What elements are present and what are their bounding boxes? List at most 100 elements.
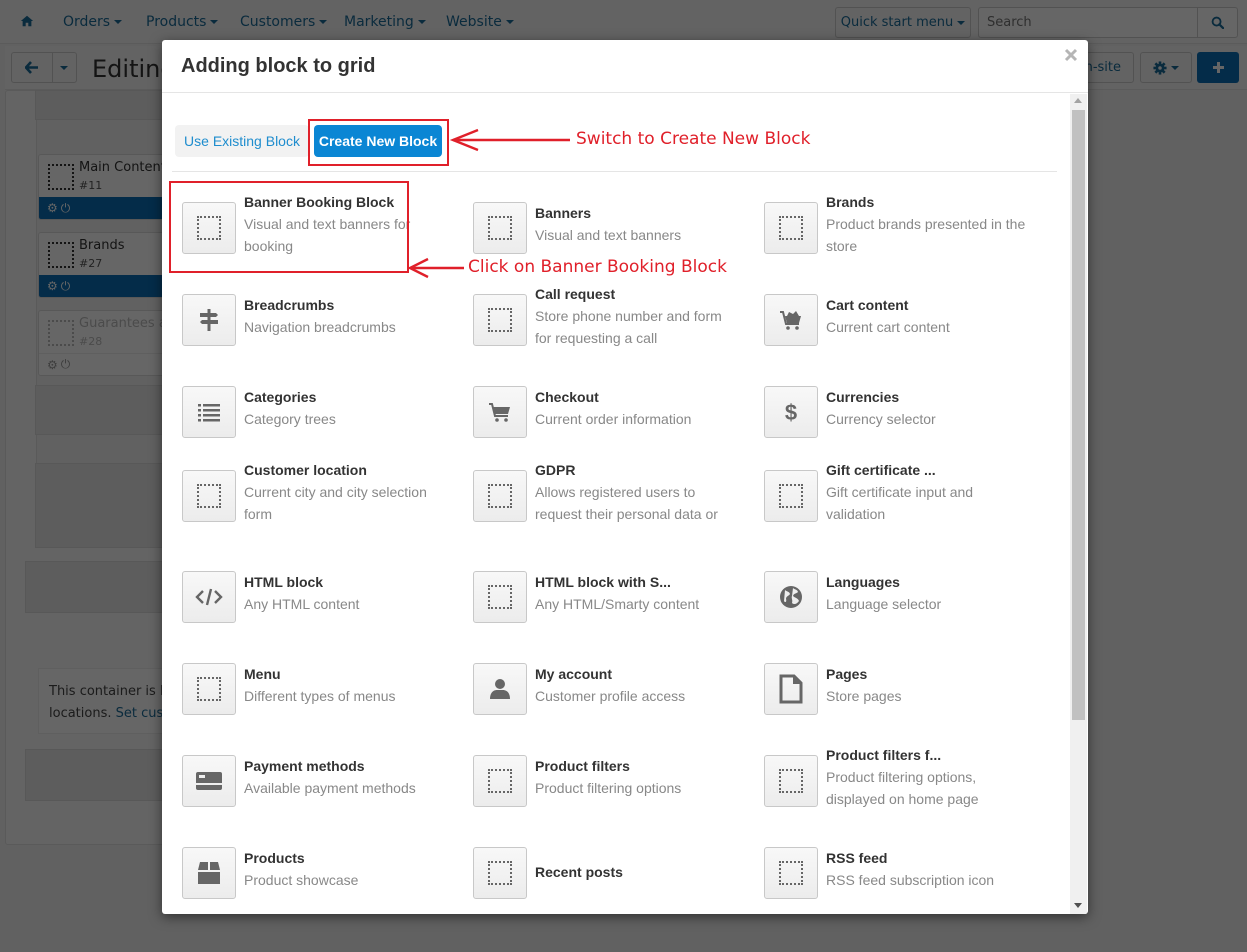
block-type-item[interactable]: Product filters f... Product filtering op…: [764, 747, 1034, 809]
block-type-text: HTML block Any HTML content: [244, 571, 444, 615]
block-type-name[interactable]: RSS feed: [826, 847, 1026, 869]
annotation-click-note: Click on Banner Booking Block: [468, 257, 727, 277]
block-type-icon-button[interactable]: [764, 470, 818, 522]
block-type-icon-button[interactable]: [473, 386, 527, 438]
block-type-name[interactable]: Cart content: [826, 294, 1026, 316]
block-type-icon-button[interactable]: [473, 663, 527, 715]
block-type-name[interactable]: Languages: [826, 571, 1026, 593]
add-block-dialog: Adding block to grid Use Existing Block …: [162, 40, 1088, 914]
block-type-item[interactable]: HTML block with S... Any HTML/Smarty cont…: [473, 571, 743, 625]
block-type-item[interactable]: Gift certificate ... Gift certificate inp…: [764, 462, 1034, 524]
block-type-item[interactable]: Brands Product brands presented in the st…: [764, 194, 1034, 256]
block-type-text: Pages Store pages: [826, 663, 1026, 707]
block-type-icon-button[interactable]: [473, 470, 527, 522]
block-type-item[interactable]: HTML block Any HTML content: [182, 571, 452, 625]
block-type-name[interactable]: Brands: [826, 191, 1026, 213]
block-type-description: Current cart content: [826, 319, 950, 335]
block-type-icon-button[interactable]: [764, 202, 818, 254]
block-type-name[interactable]: Currencies: [826, 386, 1026, 408]
block-type-icon-button[interactable]: [473, 294, 527, 346]
close-icon[interactable]: [1064, 48, 1078, 62]
block-type-item[interactable]: Menu Different types of menus: [182, 663, 452, 717]
block-type-icon-button[interactable]: [764, 755, 818, 807]
block-type-icon-button[interactable]: [182, 294, 236, 346]
block-type-icon-button[interactable]: [182, 755, 236, 807]
scroll-down-arrow-icon[interactable]: [1074, 903, 1082, 908]
block-type-name[interactable]: Gift certificate ...: [826, 459, 1026, 481]
block-type-icon-button[interactable]: [764, 294, 818, 346]
block-type-icon-button[interactable]: [182, 847, 236, 899]
block-type-name[interactable]: Customer location: [244, 459, 444, 481]
block-type-name[interactable]: HTML block with S...: [535, 571, 735, 593]
block-type-description: Different types of menus: [244, 688, 396, 704]
block-type-item[interactable]: Product filters Product filtering options: [473, 755, 743, 809]
block-type-item[interactable]: Payment methods Available payment methods: [182, 755, 452, 809]
block-type-icon-button[interactable]: [182, 571, 236, 623]
block-type-text: Gift certificate ... Gift certificate inp…: [826, 459, 1026, 525]
block-type-name[interactable]: Call request: [535, 283, 735, 305]
block-type-name[interactable]: Payment methods: [244, 755, 444, 777]
block-type-item[interactable]: GDPR Allows registered users to request t…: [473, 462, 743, 524]
block-type-description: Currency selector: [826, 411, 936, 427]
placeholder-icon: [488, 216, 512, 240]
block-type-icon-button[interactable]: [473, 202, 527, 254]
placeholder-icon: [488, 308, 512, 332]
block-type-item[interactable]: Checkout Current order information: [473, 386, 743, 440]
block-type-name[interactable]: Product filters f...: [826, 744, 1026, 766]
dialog-header: Adding block to grid: [162, 40, 1088, 93]
block-type-description: Product filtering options: [535, 780, 682, 796]
block-type-item[interactable]: Call request Store phone number and form …: [473, 286, 743, 348]
block-type-text: Banners Visual and text banners: [535, 202, 735, 246]
block-type-item[interactable]: Languages Language selector: [764, 571, 1034, 625]
block-type-item[interactable]: Pages Store pages: [764, 663, 1034, 717]
dollar-icon: $: [778, 399, 804, 425]
block-type-description: Current city and city selection form: [244, 484, 427, 522]
block-type-item[interactable]: Categories Category trees: [182, 386, 452, 440]
placeholder-icon: [488, 484, 512, 508]
block-type-icon-button[interactable]: [182, 663, 236, 715]
block-type-name[interactable]: Breadcrumbs: [244, 294, 444, 316]
block-type-name[interactable]: Checkout: [535, 386, 735, 408]
block-type-icon-button[interactable]: [473, 755, 527, 807]
block-type-name[interactable]: Categories: [244, 386, 444, 408]
block-type-item[interactable]: RSS feed RSS feed subscription icon: [764, 847, 1034, 901]
scroll-up-arrow-icon[interactable]: [1074, 98, 1082, 103]
placeholder-icon: [488, 585, 512, 609]
use-existing-block-tab[interactable]: Use Existing Block: [175, 125, 309, 157]
block-type-icon-button[interactable]: [764, 663, 818, 715]
block-type-item[interactable]: Recent posts: [473, 847, 743, 901]
block-type-icon-button[interactable]: $: [764, 386, 818, 438]
block-type-icon-button[interactable]: [764, 847, 818, 899]
dialog-scrollbar[interactable]: [1070, 94, 1087, 914]
block-type-item[interactable]: My account Customer profile access: [473, 663, 743, 717]
block-type-icon-button[interactable]: [473, 571, 527, 623]
block-type-text: Customer location Current city and city s…: [244, 459, 444, 525]
block-type-name[interactable]: Product filters: [535, 755, 735, 777]
block-type-name[interactable]: Products: [244, 847, 444, 869]
block-type-description: Product showcase: [244, 872, 359, 888]
block-type-item[interactable]: Banners Visual and text banners: [473, 202, 743, 256]
block-type-icon-button[interactable]: [473, 847, 527, 899]
block-type-item[interactable]: Breadcrumbs Navigation breadcrumbs: [182, 294, 452, 348]
block-type-name[interactable]: Banners: [535, 202, 735, 224]
block-type-description: Gift certificate input and validation: [826, 484, 974, 522]
block-type-description: Product filtering options, displayed on …: [826, 769, 979, 807]
block-type-item[interactable]: Customer location Current city and city s…: [182, 462, 452, 524]
block-type-icon-button[interactable]: [182, 470, 236, 522]
block-type-name[interactable]: Pages: [826, 663, 1026, 685]
annotation-highlight-create-tab: [308, 119, 449, 166]
block-type-name[interactable]: Menu: [244, 663, 444, 685]
block-type-name[interactable]: HTML block: [244, 571, 444, 593]
block-type-item[interactable]: Cart content Current cart content: [764, 294, 1034, 348]
scrollbar-thumb[interactable]: [1072, 110, 1085, 720]
box-icon: [196, 860, 222, 886]
block-type-name[interactable]: My account: [535, 663, 735, 685]
block-type-text: Brands Product brands presented in the st…: [826, 191, 1026, 257]
placeholder-icon: [779, 216, 803, 240]
block-type-item[interactable]: Products Product showcase: [182, 847, 452, 901]
block-type-name[interactable]: GDPR: [535, 459, 735, 481]
block-type-name[interactable]: Recent posts: [535, 861, 735, 883]
block-type-icon-button[interactable]: [764, 571, 818, 623]
block-type-item[interactable]: $ Currencies Currency selector: [764, 386, 1034, 440]
block-type-icon-button[interactable]: [182, 386, 236, 438]
